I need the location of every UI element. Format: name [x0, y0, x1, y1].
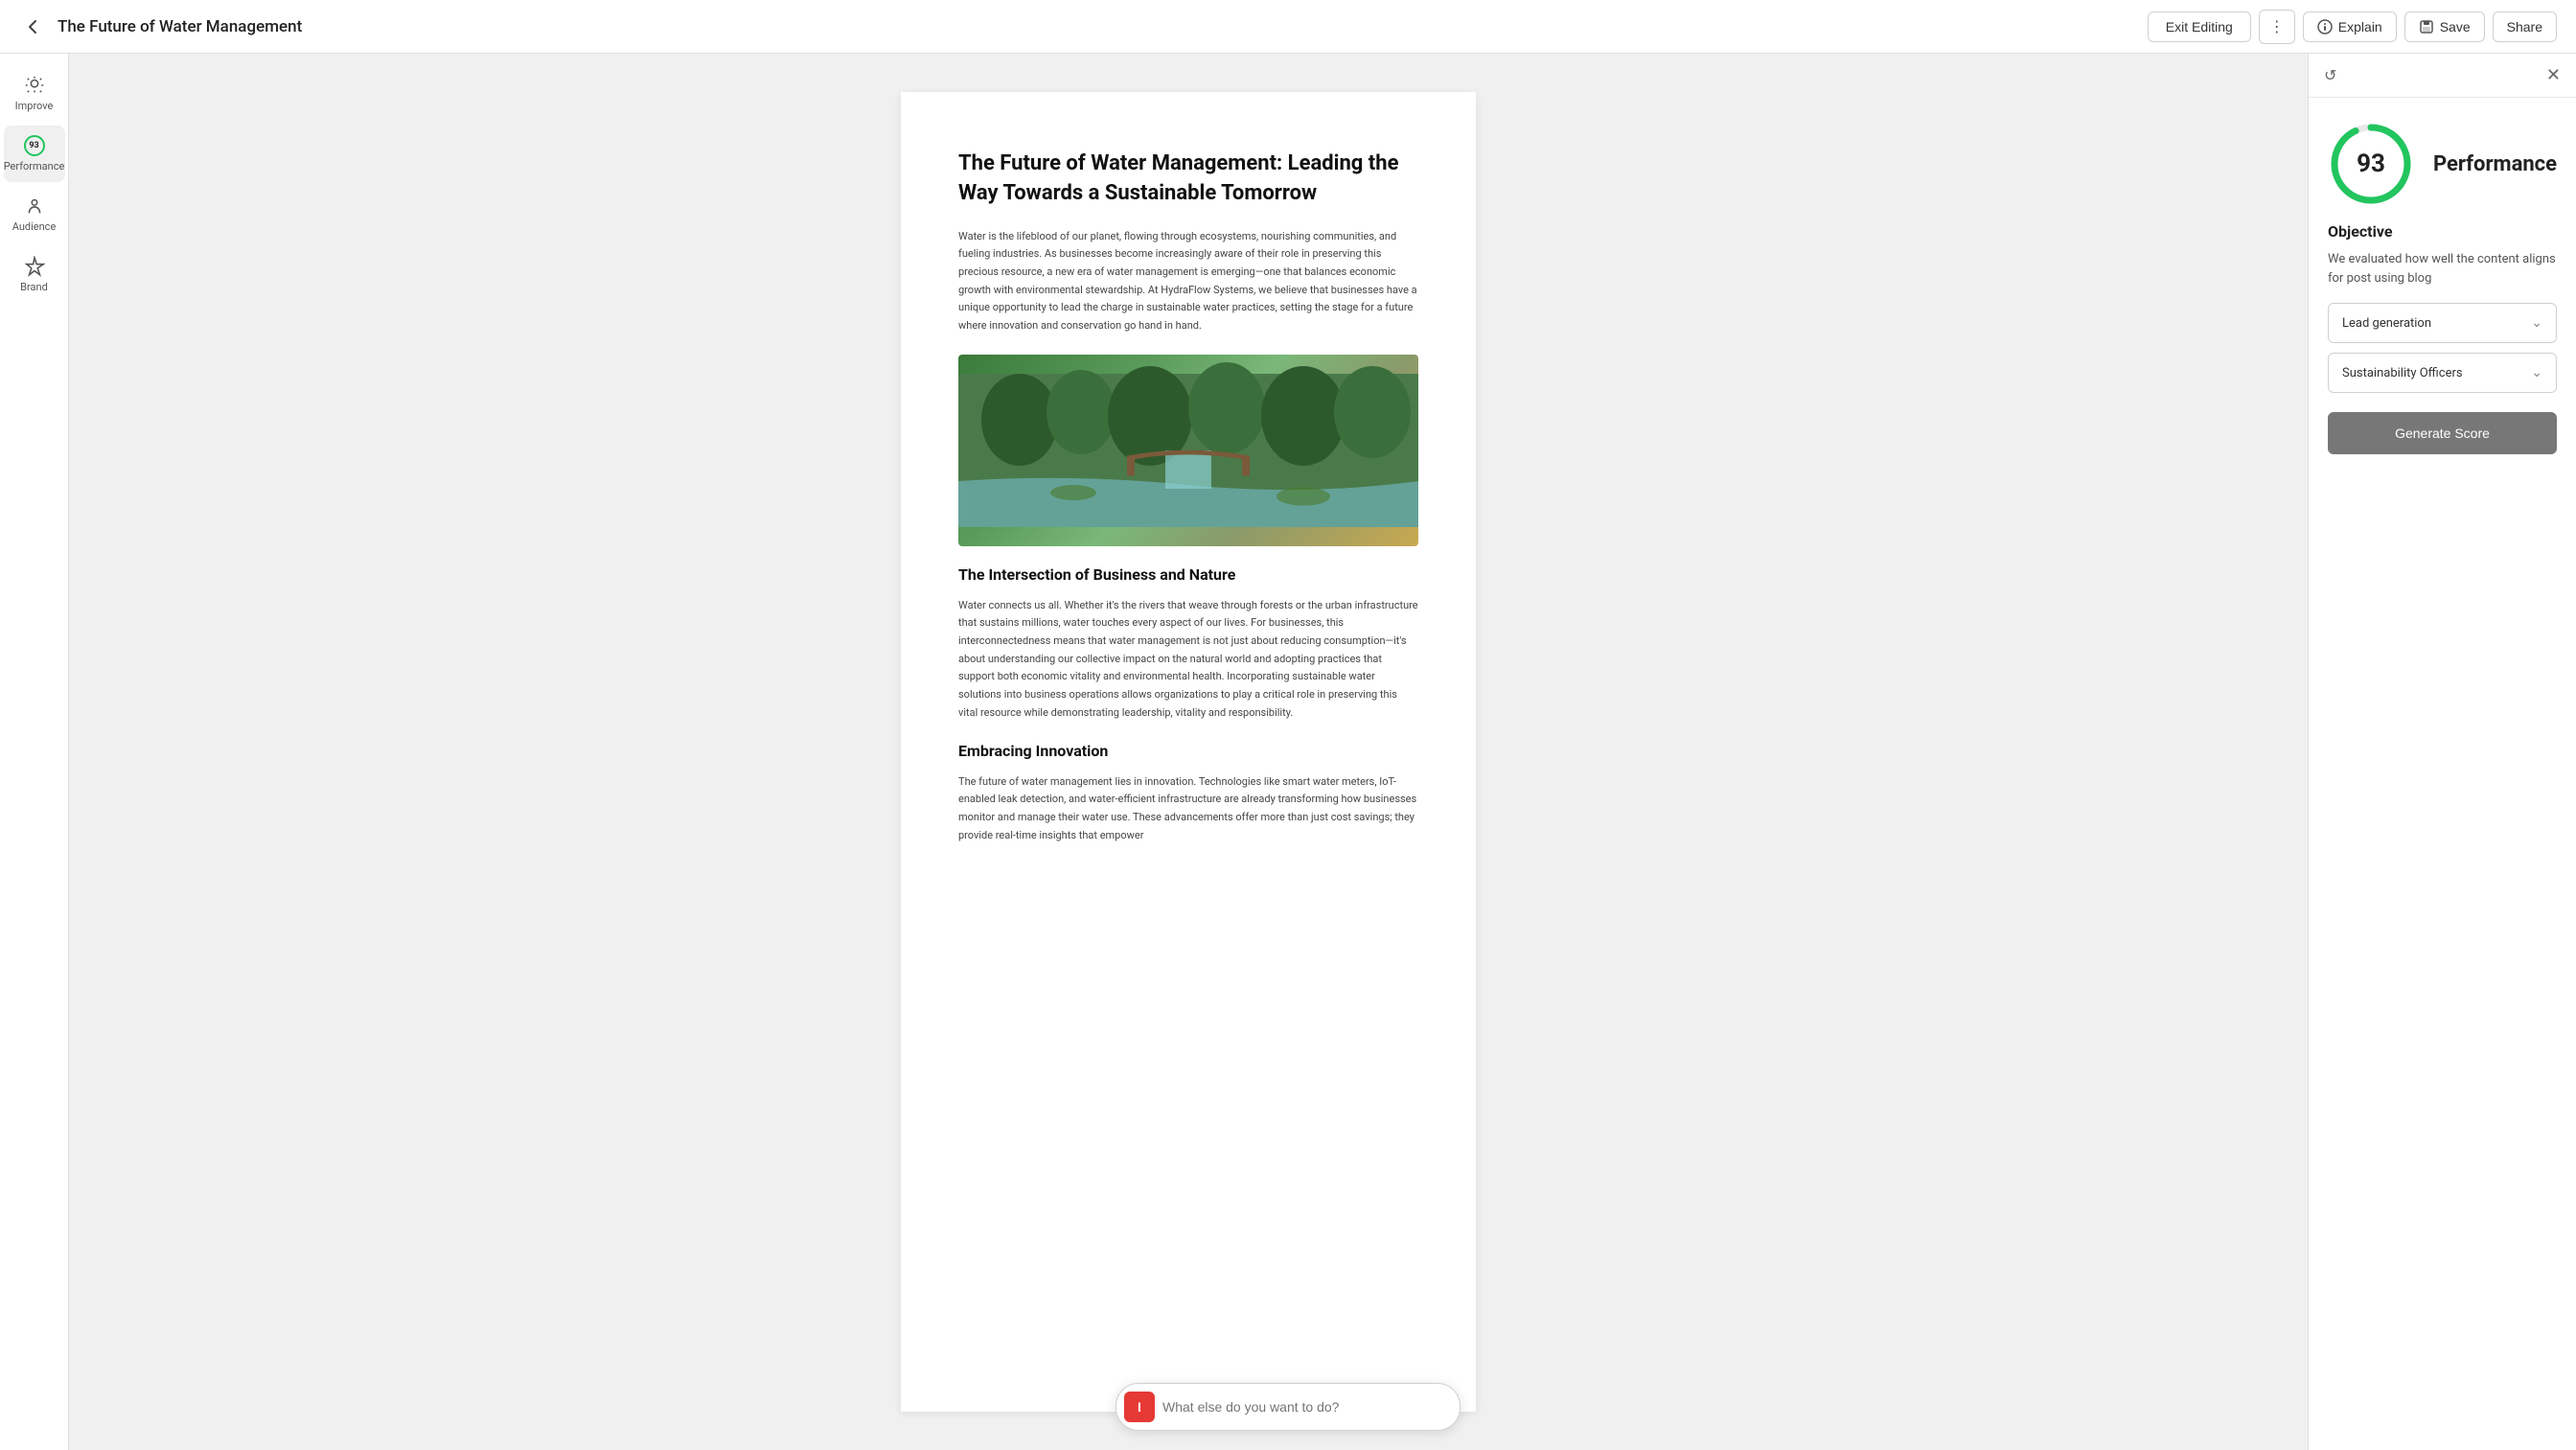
exit-editing-button[interactable]: Exit Editing — [2148, 12, 2251, 42]
score-number: 93 — [2357, 150, 2385, 178]
document-intro: Water is the lifeblood of our planet, fl… — [958, 228, 1418, 335]
topbar: The Future of Water Management Exit Edit… — [0, 0, 2576, 54]
main-area: Improve 93 Performance Audience Brand Th… — [0, 54, 2576, 1450]
sidebar-performance-label: Performance — [4, 160, 65, 173]
generate-btn-section: Generate Score — [2309, 404, 2576, 473]
sustainability-officers-dropdown[interactable]: Sustainability Officers ⌄ — [2328, 353, 2557, 393]
objective-desc: We evaluated how well the content aligns… — [2328, 250, 2557, 288]
lead-generation-chevron: ⌄ — [2531, 315, 2542, 331]
score-label: Performance — [2433, 152, 2557, 176]
sidebar-brand-label: Brand — [20, 281, 48, 293]
section1-text: Water connects us all. Whether it's the … — [958, 597, 1418, 723]
section2-text: The future of water management lies in i… — [958, 773, 1418, 845]
section2-title: Embracing Innovation — [958, 742, 1418, 760]
chat-icon-button[interactable]: I — [1124, 1392, 1155, 1422]
more-options-button[interactable]: ⋮ — [2259, 10, 2295, 44]
objective-section: Objective We evaluated how well the cont… — [2309, 222, 2576, 303]
dropdown-section: Lead generation ⌄ Sustainability Officer… — [2309, 303, 2576, 404]
back-button[interactable] — [19, 13, 46, 40]
share-button[interactable]: Share — [2493, 12, 2557, 42]
document-image — [958, 355, 1418, 546]
score-section: 93 Performance — [2309, 98, 2576, 222]
objective-title: Objective — [2328, 222, 2557, 241]
lead-generation-dropdown[interactable]: Lead generation ⌄ — [2328, 303, 2557, 343]
sustainability-chevron: ⌄ — [2531, 365, 2542, 380]
explain-label: Explain — [2338, 19, 2382, 35]
score-circle: 93 — [2328, 121, 2414, 207]
sidebar-audience-label: Audience — [12, 220, 57, 233]
chat-input-bar: I — [1116, 1383, 1460, 1431]
section1-title: The Intersection of Business and Nature — [958, 565, 1418, 584]
sidebar-item-performance[interactable]: 93 Performance — [4, 126, 65, 182]
document-area[interactable]: The Future of Water Management: Leading … — [69, 54, 2308, 1450]
document-main-title: The Future of Water Management: Leading … — [958, 150, 1418, 209]
lead-generation-label: Lead generation — [2342, 316, 2431, 331]
save-button[interactable]: Save — [2404, 12, 2485, 42]
save-label: Save — [2440, 19, 2471, 35]
right-panel: ↺ ✕ 93 Performance Objective We evalua — [2308, 54, 2576, 1450]
panel-header: ↺ ✕ — [2309, 54, 2576, 98]
panel-close-button[interactable]: ✕ — [2546, 65, 2561, 85]
sidebar-item-brand[interactable]: Brand — [4, 246, 65, 303]
topbar-left: The Future of Water Management — [19, 13, 302, 40]
document-page: The Future of Water Management: Leading … — [901, 92, 1476, 1412]
sidebar-improve-label: Improve — [15, 100, 54, 112]
explain-button[interactable]: Explain — [2303, 12, 2397, 42]
chat-input[interactable] — [1162, 1399, 1446, 1415]
document-title: The Future of Water Management — [58, 17, 302, 36]
topbar-right: Exit Editing ⋮ Explain Save Share — [2148, 10, 2557, 44]
sidebar-item-audience[interactable]: Audience — [4, 186, 65, 242]
sidebar-item-improve[interactable]: Improve — [4, 65, 65, 122]
sidebar-icons: Improve 93 Performance Audience Brand — [0, 54, 69, 1450]
sustainability-officers-label: Sustainability Officers — [2342, 366, 2463, 380]
panel-refresh-button[interactable]: ↺ — [2324, 66, 2336, 85]
generate-score-button[interactable]: Generate Score — [2328, 412, 2557, 454]
